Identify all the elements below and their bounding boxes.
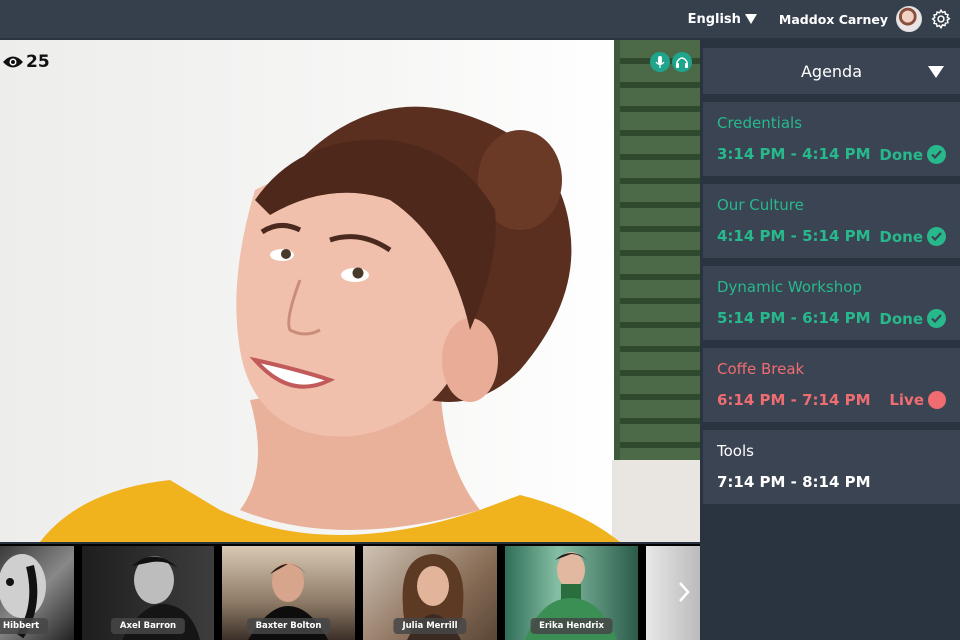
check-icon	[927, 145, 946, 164]
user-name: Maddox Carney	[778, 11, 888, 27]
participant-name: Hibbert	[0, 618, 49, 634]
agenda-item[interactable]: Our Culture 4:14 PM - 5:14 PM Done	[703, 184, 960, 258]
agenda-item-status: Done	[879, 145, 946, 164]
agenda-item-time: 7:14 PM - 8:14 PM	[717, 473, 871, 491]
caret-down-icon	[744, 14, 757, 24]
viewer-count-value: 25	[26, 52, 50, 72]
agenda-item-title: Dynamic Workshop	[717, 278, 862, 296]
live-dot-icon	[928, 391, 946, 409]
agenda-item[interactable]: Coffe Break 6:14 PM - 7:14 PM Live	[703, 348, 960, 422]
participant-name: Erika Hendrix	[530, 618, 613, 634]
participant-strip: Hibbert Axel Barron Baxter Bolton Julia …	[0, 544, 700, 640]
participant-tile[interactable]: Julia Merrill	[363, 546, 497, 640]
agenda-panel: Agenda Credentials 3:14 PM - 4:14 PM Don…	[700, 40, 960, 640]
language-label: English	[687, 11, 741, 27]
top-bar: English Maddox Carney	[0, 0, 960, 38]
participant-name: Baxter Bolton	[246, 618, 331, 634]
status-label: Done	[879, 145, 923, 164]
viewer-count: 25	[2, 52, 50, 72]
agenda-item-time: 5:14 PM - 6:14 PM	[717, 309, 871, 327]
agenda-item[interactable]: Tools 7:14 PM - 8:14 PM	[703, 430, 960, 504]
agenda-item-title: Tools	[717, 442, 754, 460]
agenda-item[interactable]: Credentials 3:14 PM - 4:14 PM Done	[703, 102, 960, 176]
agenda-item-status: Done	[879, 227, 946, 246]
next-participants-button[interactable]	[674, 578, 694, 606]
gear-icon[interactable]	[930, 8, 952, 30]
participant-name: Axel Barron	[110, 618, 186, 634]
check-icon	[927, 309, 946, 328]
agenda-item-title: Our Culture	[717, 196, 804, 214]
eye-icon	[3, 56, 23, 68]
agenda-item-status: Done	[879, 309, 946, 328]
avatar[interactable]	[896, 6, 922, 32]
status-label: Done	[879, 309, 923, 328]
microphone-icon[interactable]	[650, 52, 670, 72]
headphones-icon[interactable]	[672, 52, 692, 72]
agenda-item-time: 3:14 PM - 4:14 PM	[717, 145, 871, 163]
caret-down-icon[interactable]	[928, 66, 944, 78]
participant-tile[interactable]: Erika Hendrix	[505, 546, 638, 640]
status-label: Done	[879, 227, 923, 246]
agenda-item-title: Coffe Break	[717, 360, 805, 378]
participant-tile[interactable]: Baxter Bolton	[222, 546, 355, 640]
media-controls	[650, 52, 692, 72]
top-bar-controls: English Maddox Carney	[688, 0, 952, 38]
agenda-item-time: 6:14 PM - 7:14 PM	[717, 391, 871, 409]
agenda-item-title: Credentials	[717, 114, 803, 132]
agenda-item[interactable]: Dynamic Workshop 5:14 PM - 6:14 PM Done	[703, 266, 960, 340]
participant-name: Julia Merrill	[393, 618, 467, 634]
language-selector[interactable]: English	[688, 12, 757, 27]
main-video[interactable]: 25	[0, 40, 700, 542]
participant-tile[interactable]: Axel Barron	[82, 546, 214, 640]
speaker-video-feed	[40, 106, 620, 542]
check-icon	[927, 227, 946, 246]
participant-tile[interactable]: Hibbert	[0, 546, 74, 640]
agenda-title: Agenda	[800, 61, 863, 81]
agenda-item-time: 4:14 PM - 5:14 PM	[717, 227, 871, 245]
agenda-header[interactable]: Agenda	[703, 48, 960, 94]
chevron-right-icon	[679, 582, 690, 602]
agenda-item-status: Live	[889, 391, 946, 409]
status-label: Live	[889, 391, 924, 409]
